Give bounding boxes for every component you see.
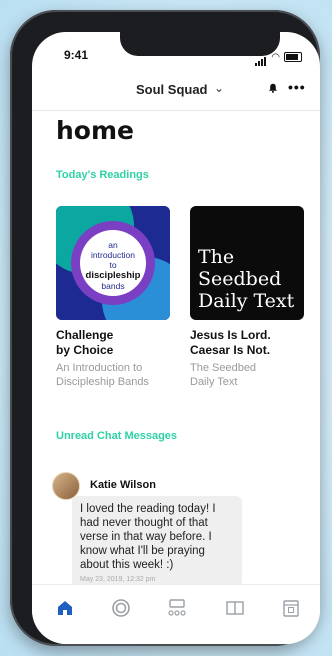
- chevron-down-icon[interactable]: ⌄: [214, 81, 224, 95]
- tab-calendar[interactable]: [280, 597, 302, 619]
- tab-group[interactable]: [166, 597, 188, 619]
- header-divider: [32, 110, 320, 111]
- home-icon: [58, 601, 72, 615]
- reading-title: Challenge by Choice: [56, 328, 114, 357]
- status-time: 9:41: [64, 48, 89, 62]
- tab-reading[interactable]: [224, 597, 246, 619]
- tab-home[interactable]: [54, 597, 76, 619]
- more-icon[interactable]: •••: [288, 79, 306, 95]
- book-icon: [226, 601, 244, 615]
- reading-cover-seedbed[interactable]: The Seedbed Daily Text: [190, 206, 304, 320]
- reading-title: Jesus Is Lord. Caesar Is Not.: [190, 328, 271, 357]
- reading-card-seedbed[interactable]: The Seedbed Daily Text Jesus Is Lord. Ca…: [190, 206, 308, 389]
- reading-card-discipleship[interactable]: an introduction to discipleship bands Ch…: [56, 206, 174, 389]
- reading-subtitle: The Seedbed Daily Text: [190, 362, 257, 388]
- page-title: home: [56, 116, 134, 145]
- calendar-icon: [283, 600, 299, 617]
- chat-author: Katie Wilson: [90, 479, 156, 491]
- chat-bubble[interactable]: I loved the reading today! I had never t…: [72, 496, 242, 587]
- battery-icon: [284, 52, 302, 62]
- signal-icon: [255, 48, 267, 66]
- bell-icon[interactable]: [268, 83, 278, 93]
- circle-icon: [112, 599, 130, 617]
- tab-circle[interactable]: [110, 597, 132, 619]
- cover-text-discipleship: an introduction to discipleship bands: [85, 240, 141, 291]
- group-icon: [168, 599, 186, 616]
- chat-timestamp: May 23, 2019, 12:32 pm: [80, 576, 156, 583]
- tab-bar: [32, 584, 320, 644]
- chat-text: I loved the reading today! I had never t…: [80, 503, 216, 571]
- reading-cover-discipleship[interactable]: an introduction to discipleship bands: [56, 206, 170, 320]
- status-icons: ◠: [255, 48, 302, 66]
- todays-readings-label: Today's Readings: [56, 169, 149, 181]
- app-screen: 9:41 ◠ Soul Squad ⌄ ••• home Today's Rea…: [32, 32, 320, 644]
- group-switcher[interactable]: Soul Squad: [136, 82, 208, 97]
- phone-frame: 9:41 ◠ Soul Squad ⌄ ••• home Today's Rea…: [10, 10, 320, 646]
- wifi-icon: ◠: [271, 51, 280, 63]
- unread-chat-label: Unread Chat Messages: [56, 430, 178, 442]
- reading-subtitle: An Introduction to Discipleship Bands: [56, 362, 149, 388]
- app-header: Soul Squad ⌄ •••: [32, 76, 320, 108]
